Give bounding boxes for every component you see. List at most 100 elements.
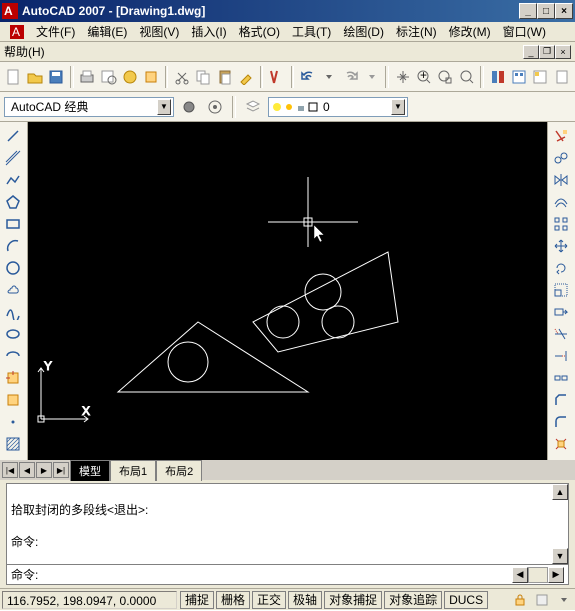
polyline-button[interactable] (2, 170, 24, 189)
menu-edit[interactable]: 编辑(E) (81, 21, 133, 42)
xline-button[interactable] (2, 148, 24, 167)
mirror-button[interactable] (550, 170, 572, 189)
revcloud-button[interactable] (2, 280, 24, 299)
undo-list-button[interactable] (320, 66, 339, 88)
design-center-button[interactable] (509, 66, 528, 88)
snap-toggle[interactable]: 捕捉 (180, 591, 214, 609)
explode-button[interactable] (550, 434, 572, 453)
ellipse-button[interactable] (2, 324, 24, 343)
plot-preview-button[interactable] (99, 66, 118, 88)
break-button[interactable] (550, 368, 572, 387)
tab-layout1[interactable]: 布局1 (110, 460, 156, 481)
hatch-button[interactable] (2, 434, 24, 453)
save-button[interactable] (47, 66, 66, 88)
menu-view[interactable]: 视图(V) (133, 21, 185, 42)
tab-model[interactable]: 模型 (70, 460, 110, 481)
otrack-toggle[interactable]: 对象追踪 (384, 591, 442, 609)
drawing-canvas[interactable]: Y X (28, 122, 547, 460)
scale-button[interactable] (550, 280, 572, 299)
tab-last-button[interactable]: ▶| (53, 462, 69, 478)
copy-button[interactable] (194, 66, 213, 88)
mdi-minimize-button[interactable]: _ (523, 45, 539, 59)
osnap-toggle[interactable]: 对象捕捉 (324, 591, 382, 609)
new-button[interactable] (4, 66, 23, 88)
polygon-button[interactable] (2, 192, 24, 211)
minimize-button[interactable]: _ (519, 3, 537, 19)
tab-next-button[interactable]: ▶ (36, 462, 52, 478)
lock-icon[interactable] (509, 589, 531, 611)
arc-button[interactable] (2, 236, 24, 255)
undo-button[interactable] (298, 66, 317, 88)
tool-palette-button[interactable] (531, 66, 550, 88)
workspace-combo[interactable]: AutoCAD 经典 ▼ (4, 97, 174, 117)
publish-button[interactable] (120, 66, 139, 88)
ellipse-arc-button[interactable] (2, 346, 24, 365)
ortho-toggle[interactable]: 正交 (252, 591, 286, 609)
rotate-button[interactable] (550, 258, 572, 277)
paste-button[interactable] (215, 66, 234, 88)
erase-button[interactable] (267, 66, 286, 88)
redo-list-button[interactable] (362, 66, 381, 88)
array-button[interactable] (550, 214, 572, 233)
extend-button[interactable] (550, 346, 572, 365)
zoom-rt-button[interactable]: + (414, 66, 433, 88)
copy-button[interactable] (550, 148, 572, 167)
menu-help[interactable]: 帮助(H) (4, 43, 45, 60)
match-prop-button[interactable] (236, 66, 255, 88)
workspace-save-button[interactable] (204, 96, 226, 118)
rectangle-button[interactable] (2, 214, 24, 233)
zoom-prev-button[interactable] (457, 66, 476, 88)
tab-first-button[interactable]: |◀ (2, 462, 18, 478)
chamfer-button[interactable] (550, 390, 572, 409)
tab-prev-button[interactable]: ◀ (19, 462, 35, 478)
trim-button[interactable] (550, 324, 572, 343)
layer-combo[interactable]: 0 ▼ (268, 97, 408, 117)
offset-button[interactable] (550, 192, 572, 211)
line-button[interactable] (2, 126, 24, 145)
zoom-window-button[interactable] (436, 66, 455, 88)
scroll-up-button[interactable]: ▲ (552, 484, 568, 500)
make-block-button[interactable] (2, 390, 24, 409)
tab-layout2[interactable]: 布局2 (156, 460, 202, 481)
pan-button[interactable] (393, 66, 412, 88)
stretch-button[interactable] (550, 302, 572, 321)
move-button[interactable] (550, 236, 572, 255)
layer-manager-button[interactable] (242, 96, 264, 118)
workspace-settings-button[interactable] (178, 96, 200, 118)
open-button[interactable] (25, 66, 44, 88)
app-icon-small[interactable]: A (4, 23, 30, 41)
sheet-set-button[interactable] (552, 66, 571, 88)
mdi-close-button[interactable]: × (555, 45, 571, 59)
scroll-right-button[interactable]: ▶ (548, 567, 564, 583)
maximize-button[interactable]: □ (537, 3, 555, 19)
mdi-restore-button[interactable]: ❐ (539, 45, 555, 59)
status-menu-button[interactable] (553, 589, 575, 611)
plot-button[interactable] (78, 66, 97, 88)
menu-tools[interactable]: 工具(T) (286, 21, 337, 42)
scrollbar-track[interactable] (528, 567, 548, 583)
point-button[interactable] (2, 412, 24, 431)
grid-toggle[interactable]: 栅格 (216, 591, 250, 609)
ducs-toggle[interactable]: DUCS (444, 591, 488, 609)
insert-block-button[interactable] (2, 368, 24, 387)
erase-button[interactable] (550, 126, 572, 145)
spline-button[interactable] (2, 302, 24, 321)
fillet-button[interactable] (550, 412, 572, 431)
menu-insert[interactable]: 插入(I) (185, 21, 232, 42)
properties-button[interactable] (488, 66, 507, 88)
cut-button[interactable] (172, 66, 191, 88)
scroll-down-button[interactable]: ▼ (552, 548, 568, 564)
polar-toggle[interactable]: 极轴 (288, 591, 322, 609)
command-line[interactable]: 命令: ◀ ▶ (6, 565, 569, 585)
menu-draw[interactable]: 绘图(D) (337, 21, 390, 42)
menu-dim[interactable]: 标注(N) (390, 21, 443, 42)
status-tray-icon[interactable] (531, 589, 553, 611)
redo-button[interactable] (341, 66, 360, 88)
menu-modify[interactable]: 修改(M) (443, 21, 497, 42)
scroll-left-button[interactable]: ◀ (512, 567, 528, 583)
menu-window[interactable]: 窗口(W) (497, 21, 552, 42)
close-button[interactable]: × (555, 3, 573, 19)
block-button[interactable] (141, 66, 160, 88)
circle-button[interactable] (2, 258, 24, 277)
menu-format[interactable]: 格式(O) (233, 21, 286, 42)
